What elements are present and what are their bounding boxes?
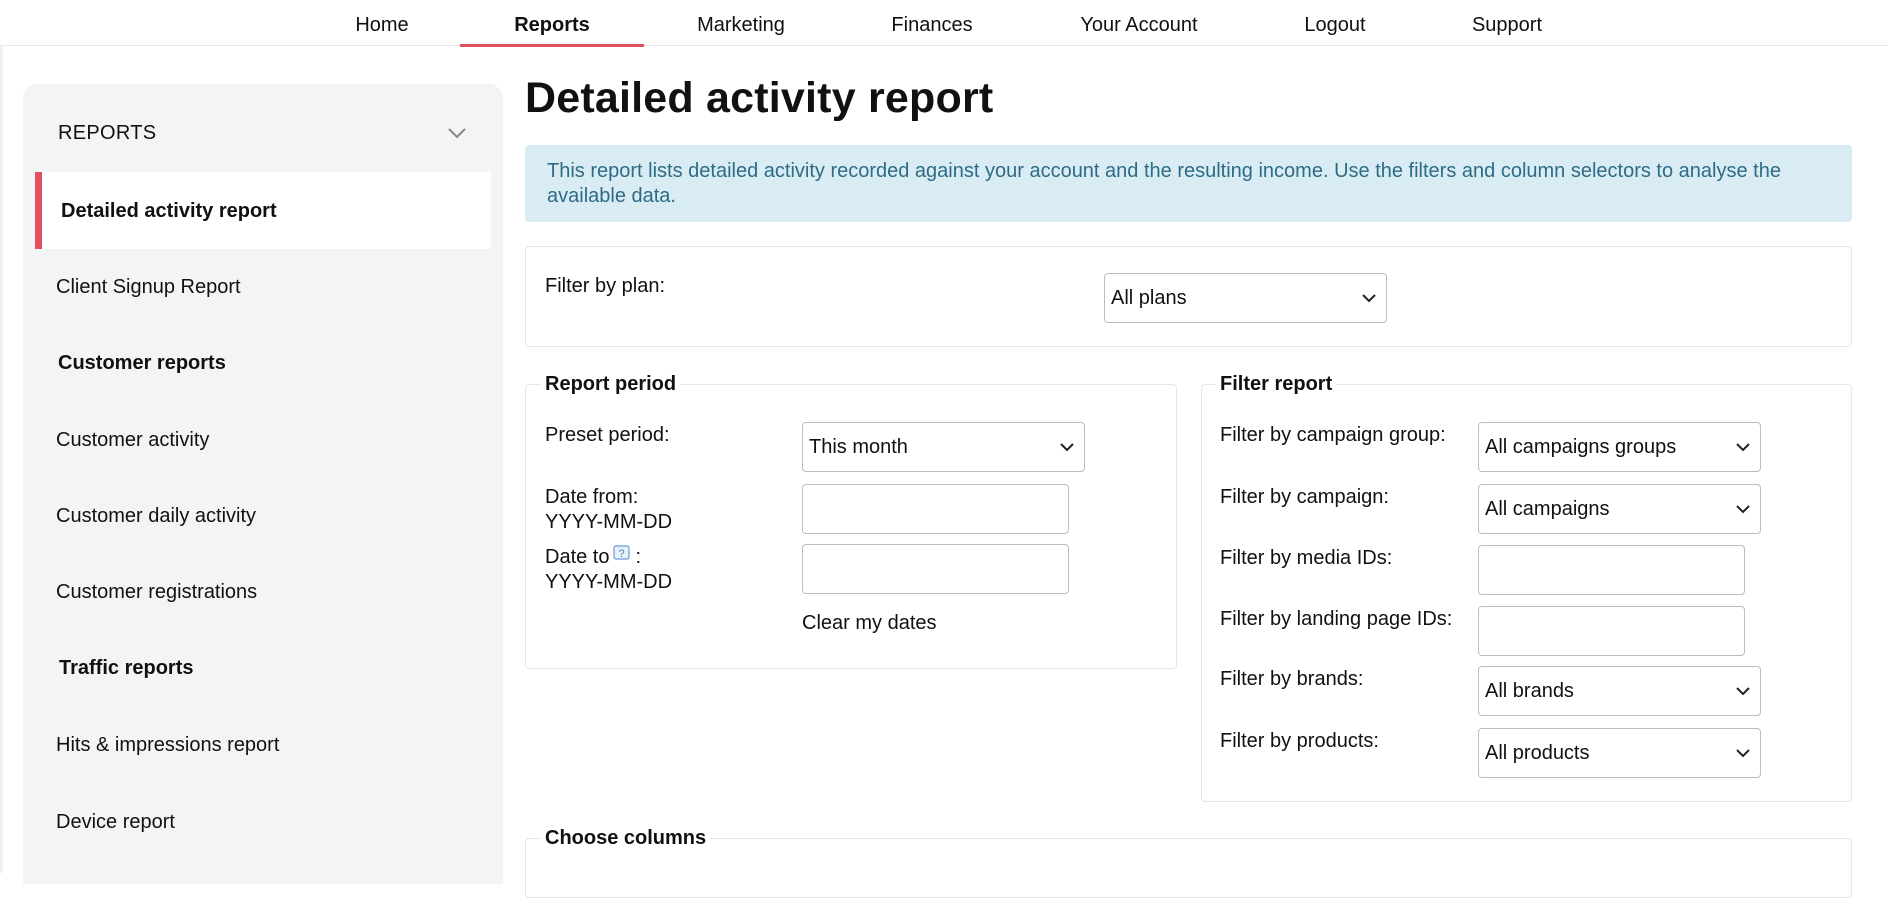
media-ids-input[interactable] — [1478, 545, 1745, 595]
date-to-format: YYYY-MM-DD — [545, 571, 673, 593]
sidebar-header: REPORTS — [58, 122, 157, 144]
nav-item-finances[interactable]: Finances — [880, 0, 984, 46]
preset-period-value: This month — [809, 436, 908, 458]
campaign-select[interactable]: All campaigns — [1478, 484, 1761, 534]
sidebar-item-label: Detailed activity report — [61, 200, 277, 222]
page-edge-shadow — [0, 46, 4, 873]
page-title: Detailed activity report — [525, 74, 994, 122]
plan-filter-panel: Filter by plan: All plans — [525, 246, 1852, 347]
filter-plan-label: Filter by plan: — [545, 275, 666, 297]
nav-item-your-account[interactable]: Your Account — [1070, 0, 1208, 46]
sidebar-group-traffic-reports: Traffic reports — [59, 657, 194, 679]
campaign-label: Filter by campaign: — [1220, 486, 1389, 508]
active-indicator — [35, 172, 42, 249]
report-period-legend: Report period — [541, 373, 681, 396]
info-alert: This report lists detailed activity reco… — [525, 145, 1852, 222]
nav-item-home[interactable]: Home — [340, 0, 424, 46]
sidebar: REPORTS Detailed activity report Client … — [23, 84, 503, 884]
brands-label: Filter by brands: — [1220, 668, 1364, 690]
campaign-group-value: All campaigns groups — [1485, 436, 1677, 458]
sidebar-item-device-report[interactable]: Device report — [56, 811, 175, 834]
landing-page-ids-label: Filter by landing page IDs: — [1220, 608, 1453, 630]
top-navigation: Home Reports Marketing Finances Your Acc… — [0, 0, 1888, 47]
sidebar-item-hits-impressions-report[interactable]: Hits & impressions report — [56, 734, 279, 757]
nav-item-support[interactable]: Support — [1462, 0, 1552, 46]
sidebar-item-customer-daily-activity[interactable]: Customer daily activity — [56, 505, 256, 528]
preset-period-select[interactable]: This month — [802, 422, 1085, 472]
products-select[interactable]: All products — [1478, 728, 1761, 778]
sidebar-item-customer-activity[interactable]: Customer activity — [56, 429, 209, 452]
chevron-down-icon[interactable] — [447, 126, 467, 140]
sidebar-item-customer-registrations[interactable]: Customer registrations — [56, 581, 257, 604]
nav-item-reports[interactable]: Reports — [460, 0, 644, 46]
chevron-down-icon — [1736, 443, 1750, 452]
choose-columns-legend: Choose columns — [541, 827, 711, 850]
chevron-down-icon — [1736, 749, 1750, 758]
filter-report-legend: Filter report — [1216, 373, 1337, 396]
products-value: All products — [1485, 742, 1590, 764]
nav-item-logout[interactable]: Logout — [1296, 0, 1374, 46]
campaign-group-select[interactable]: All campaigns groups — [1478, 422, 1761, 472]
nav-item-marketing[interactable]: Marketing — [685, 0, 797, 46]
filter-report-panel: Filter report Filter by campaign group: … — [1201, 373, 1852, 802]
landing-page-ids-input[interactable] — [1478, 606, 1745, 656]
svg-text:?: ? — [619, 548, 625, 560]
sidebar-item-detailed-activity-report[interactable]: Detailed activity report — [35, 172, 491, 249]
date-from-text: Date from: — [545, 486, 639, 508]
active-tab-underline — [460, 44, 644, 47]
sidebar-group-customer-reports: Customer reports — [58, 352, 226, 374]
date-from-label: Date from: YYYY-MM-DD — [545, 485, 672, 535]
date-to-text: Date to — [545, 546, 610, 568]
clear-dates-link[interactable]: Clear my dates — [802, 612, 937, 635]
campaign-group-label: Filter by campaign group: — [1220, 424, 1446, 446]
date-to-input[interactable] — [802, 544, 1069, 594]
preset-period-label: Preset period: — [545, 424, 670, 446]
campaign-value: All campaigns — [1485, 498, 1610, 520]
date-to-suffix: : — [635, 546, 642, 568]
plan-select-value: All plans — [1111, 287, 1187, 309]
chevron-down-icon — [1060, 443, 1074, 452]
chevron-down-icon — [1736, 687, 1750, 696]
brands-value: All brands — [1485, 680, 1574, 702]
plan-select[interactable]: All plans — [1104, 273, 1387, 323]
report-period-panel: Report period Preset period: This month … — [525, 373, 1177, 669]
chevron-down-icon — [1362, 294, 1376, 303]
choose-columns-panel: Choose columns — [525, 827, 1852, 898]
date-from-input[interactable] — [802, 484, 1069, 534]
products-label: Filter by products: — [1220, 730, 1379, 752]
chevron-down-icon — [1736, 505, 1750, 514]
date-to-label: Date to?: YYYY-MM-DD — [545, 545, 672, 595]
date-from-format: YYYY-MM-DD — [545, 511, 673, 533]
media-ids-label: Filter by media IDs: — [1220, 547, 1393, 569]
help-icon[interactable]: ? — [613, 545, 631, 563]
brands-select[interactable]: All brands — [1478, 666, 1761, 716]
sidebar-item-client-signup-report[interactable]: Client Signup Report — [56, 276, 241, 299]
